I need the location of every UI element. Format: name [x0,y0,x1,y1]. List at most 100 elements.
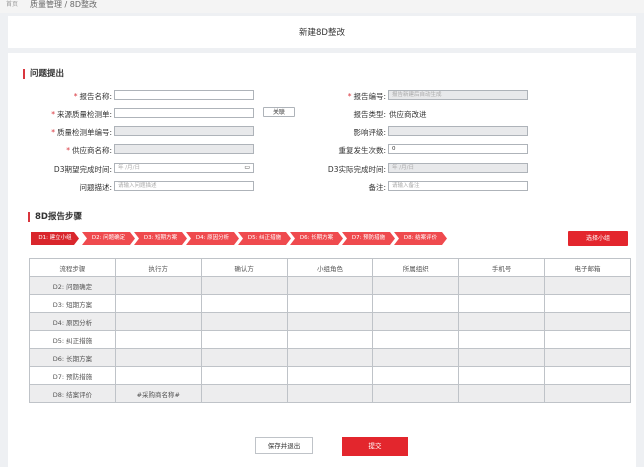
table-row: D7: 预防措施 [29,366,631,385]
step-d1[interactable]: D1: 建立小组 [31,232,79,245]
page-title: 新建8D整改 [299,28,345,38]
table-cell [544,312,631,331]
table-cell [372,294,460,313]
save-exit-button[interactable]: 保存并退出 [255,437,313,454]
table-row: D3: 短期方案 [29,294,631,313]
breadcrumb-path: 质量管理 / 8D整改 [30,0,98,9]
step-d6[interactable]: D6: 长期方案 [290,232,343,245]
table-cell[interactable] [114,294,202,313]
table-cell: D4: 原因分析 [29,312,116,331]
table-cell [286,276,374,295]
table-cell: D5: 纠正措施 [29,330,116,349]
col-header-role: 小组角色 [286,258,374,277]
table-cell[interactable] [200,276,288,295]
table-row: D8: 结案评价 #采购商名称# [29,384,631,403]
table-cell[interactable] [200,366,288,385]
step-d4[interactable]: D4: 原因分析 [186,232,239,245]
table-row: D5: 纠正措施 [29,330,631,349]
table-cell[interactable] [114,330,202,349]
table-cell [286,384,374,403]
d3-expected-date-input[interactable]: 年 /月/日 ▭ [114,163,254,173]
col-header-org: 所属组织 [372,258,460,277]
table-cell[interactable] [200,384,288,403]
d3-actual-date-input: 年 /月/日 [388,163,528,173]
col-header-step: 流程步骤 [29,258,116,277]
table-cell[interactable] [114,366,202,385]
col-header-email: 电子邮箱 [544,258,631,277]
table-cell [372,330,460,349]
submit-button[interactable]: 提交 [342,437,408,456]
qc-form-no-label: * 质量检测单编号: [51,128,112,137]
section-title-8d-steps: 8D报告步骤 [28,212,82,222]
report-name-input[interactable] [114,90,254,100]
report-no-input: 报告新建后自动生成 [388,90,528,100]
repeat-count-label: 重复发生次数: [338,146,386,155]
table-cell [458,276,546,295]
section-title-problem: 问题提出 [23,69,64,79]
d3-expected-placeholder: 年 /月/日 [118,165,140,171]
table-cell[interactable] [200,294,288,313]
table-cell [458,348,546,367]
table-cell [458,366,546,385]
step-d8[interactable]: D8: 结案评价 [394,232,447,245]
report-type-value: 供应商改进 [389,110,427,119]
problem-desc-label: 问题描述: [79,183,112,192]
report-type-label: 报告类型: [353,110,386,119]
remark-input[interactable]: 请输入备注 [388,181,528,191]
associate-button[interactable]: 关联 [263,107,295,117]
table-cell [372,348,460,367]
step-d5[interactable]: D5: 纠正措施 [238,232,291,245]
table-cell [372,384,460,403]
table-cell: D6: 长期方案 [29,348,116,367]
impact-level-label: 影响评级: [353,128,386,137]
table-cell [458,384,546,403]
table-cell [458,330,546,349]
breadcrumb-home[interactable]: 首页 [6,0,18,10]
repeat-count-input[interactable]: 0 [388,144,528,154]
step-d2[interactable]: D2: 问题确定 [82,232,135,245]
table-cell [544,330,631,349]
table-cell: D7: 预防措施 [29,366,116,385]
d3-expected-label: D3期望完成时间: [53,165,112,174]
table-cell[interactable] [114,312,202,331]
source-form-input[interactable] [114,108,254,118]
table-cell [458,312,546,331]
table-cell [544,294,631,313]
table-cell[interactable] [114,348,202,367]
step-d3[interactable]: D3: 短期方案 [134,232,187,245]
steps-table: 流程步骤 执行方 确认方 小组角色 所属组织 手机号 电子邮箱 D2: 问题确定… [29,258,631,403]
table-cell[interactable] [200,330,288,349]
table-row: D4: 原因分析 [29,312,631,331]
table-cell[interactable]: #采购商名称# [114,384,202,403]
step-d7[interactable]: D7: 预防措施 [342,232,395,245]
calendar-icon[interactable]: ▭ [244,164,250,172]
col-header-phone: 手机号 [458,258,546,277]
table-cell [458,294,546,313]
table-cell [544,366,631,385]
remark-label: 备注: [368,183,386,192]
table-cell [286,294,374,313]
table-cell [286,366,374,385]
table-cell [544,348,631,367]
table-cell[interactable] [200,348,288,367]
table-cell: D2: 问题确定 [29,276,116,295]
report-name-label: * 报告名称: [73,92,112,101]
select-group-button[interactable]: 选择小组 [568,231,628,246]
report-no-label: * 报告编号: [347,92,386,101]
col-header-confirmer: 确认方 [200,258,288,277]
table-cell: D3: 短期方案 [29,294,116,313]
supplier-name-input [114,144,254,154]
table-cell [286,330,374,349]
page-title-bar: 新建8D整改 [8,16,636,48]
impact-level-input [388,126,528,136]
table-cell[interactable] [200,312,288,331]
table-cell [544,276,631,295]
col-header-executor: 执行方 [114,258,202,277]
table-cell[interactable] [114,276,202,295]
problem-desc-input[interactable]: 请输入问题描述 [114,181,254,191]
table-cell: D8: 结案评价 [29,384,116,403]
table-row: D6: 长期方案 [29,348,631,367]
table-cell [544,384,631,403]
breadcrumb-bar: 首页 质量管理 / 8D整改 [0,0,644,13]
table-cell [372,312,460,331]
